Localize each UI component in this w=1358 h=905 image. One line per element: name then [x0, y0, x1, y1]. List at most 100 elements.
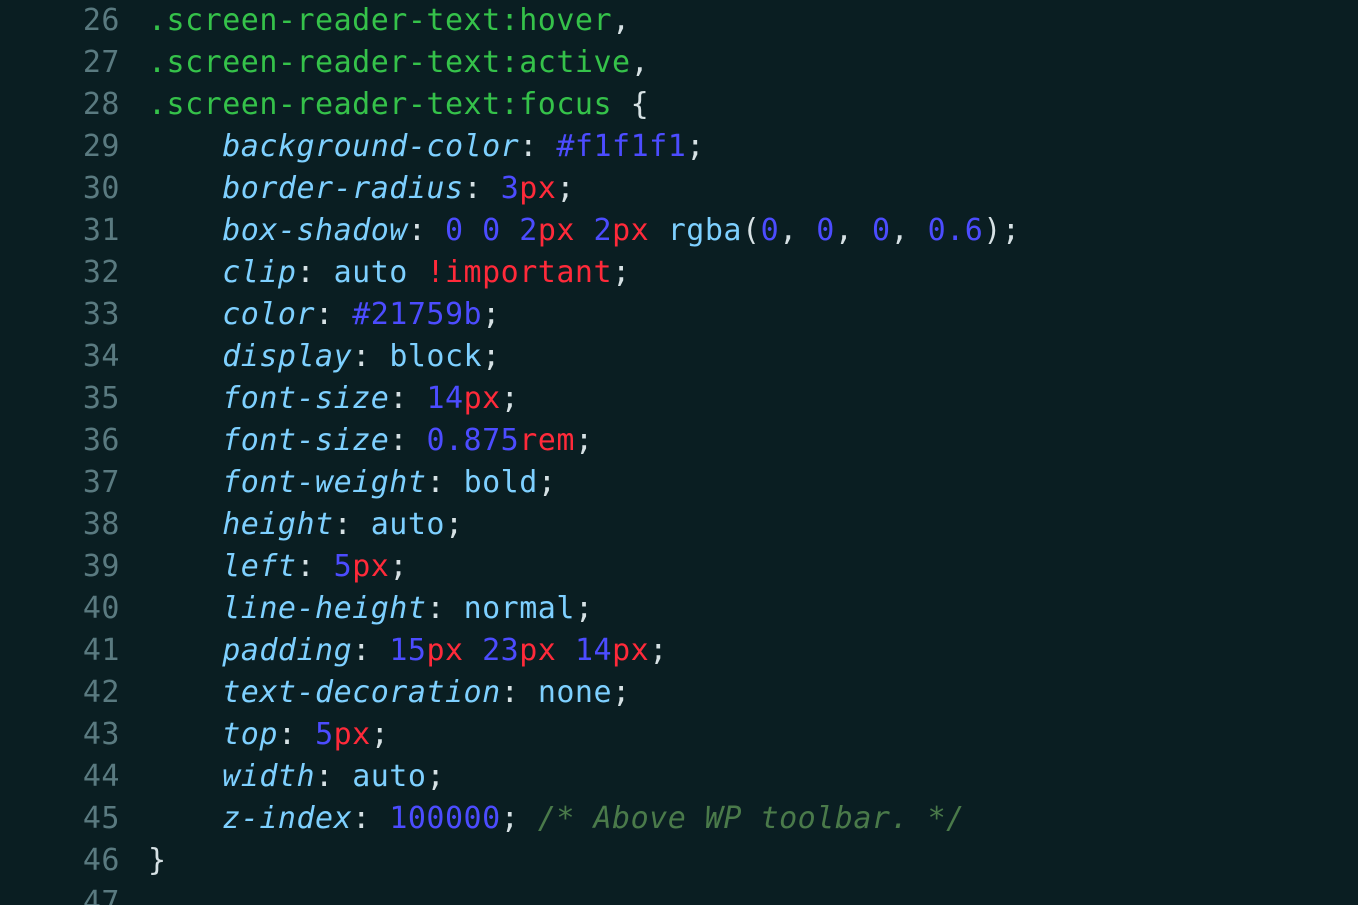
- code-line[interactable]: 28.screen-reader-text:focus {: [0, 84, 1358, 126]
- token-punc: ,: [631, 45, 650, 80]
- code-content[interactable]: box-shadow: 0 0 2px 2px rgba(0, 0, 0, 0.…: [148, 210, 1020, 252]
- token-punc: :: [297, 549, 334, 584]
- code-content[interactable]: .screen-reader-text:active,: [148, 42, 649, 84]
- token-prop: font-weight: [222, 465, 426, 500]
- code-content[interactable]: display: block;: [148, 336, 501, 378]
- token-prop: clip: [222, 255, 296, 290]
- token-punc: ;: [482, 339, 501, 374]
- token-unit: px: [612, 213, 649, 248]
- code-content[interactable]: top: 5px;: [148, 714, 389, 756]
- code-line[interactable]: 41 padding: 15px 23px 14px;: [0, 630, 1358, 672]
- line-number: 37: [0, 462, 148, 504]
- line-number: 41: [0, 630, 148, 672]
- token-punc: :: [315, 759, 352, 794]
- token-prop: display: [222, 339, 352, 374]
- token-num: 2: [519, 213, 538, 248]
- code-content[interactable]: color: #21759b;: [148, 294, 501, 336]
- code-line[interactable]: 34 display: block;: [0, 336, 1358, 378]
- code-line[interactable]: 43 top: 5px;: [0, 714, 1358, 756]
- code-content[interactable]: clip: auto !important;: [148, 252, 631, 294]
- token-prop: text-decoration: [222, 675, 500, 710]
- code-line[interactable]: 44 width: auto;: [0, 756, 1358, 798]
- token-punc: (: [742, 213, 761, 248]
- token-num: 14: [575, 633, 612, 668]
- token-val: bold: [464, 465, 538, 500]
- line-number: 30: [0, 168, 148, 210]
- code-line[interactable]: 40 line-height: normal;: [0, 588, 1358, 630]
- token-val: block: [389, 339, 482, 374]
- line-number: 33: [0, 294, 148, 336]
- code-line[interactable]: 33 color: #21759b;: [0, 294, 1358, 336]
- code-line[interactable]: 37 font-weight: bold;: [0, 462, 1358, 504]
- code-line[interactable]: 47: [0, 882, 1358, 905]
- token-punc: ;: [501, 801, 538, 836]
- token-punc: :: [278, 717, 315, 752]
- code-content[interactable]: padding: 15px 23px 14px;: [148, 630, 668, 672]
- line-number: 35: [0, 378, 148, 420]
- token-num: 0.6: [928, 213, 984, 248]
- code-editor[interactable]: 26.screen-reader-text:hover,27.screen-re…: [0, 0, 1358, 905]
- token-punc: ;: [612, 675, 631, 710]
- token-sel: .screen-reader-text:active: [148, 45, 631, 80]
- line-number: 42: [0, 672, 148, 714]
- token-punc: ;: [575, 423, 594, 458]
- token-num: 0: [482, 213, 501, 248]
- code-content[interactable]: left: 5px;: [148, 546, 408, 588]
- code-content[interactable]: line-height: normal;: [148, 588, 594, 630]
- token-prop: z-index: [222, 801, 352, 836]
- code-content[interactable]: font-weight: bold;: [148, 462, 556, 504]
- code-content[interactable]: .screen-reader-text:hover,: [148, 0, 631, 42]
- token-punc: ;: [575, 591, 594, 626]
- code-line[interactable]: 31 box-shadow: 0 0 2px 2px rgba(0, 0, 0,…: [0, 210, 1358, 252]
- token-punc: ;: [1002, 213, 1021, 248]
- code-line[interactable]: 36 font-size: 0.875rem;: [0, 420, 1358, 462]
- token-punc: ;: [445, 507, 464, 542]
- token-punc: ,: [779, 213, 816, 248]
- code-line[interactable]: 46}: [0, 840, 1358, 882]
- token-unit: px: [426, 633, 463, 668]
- code-content[interactable]: width: auto;: [148, 756, 445, 798]
- code-content[interactable]: font-size: 0.875rem;: [148, 420, 594, 462]
- code-content[interactable]: font-size: 14px;: [148, 378, 519, 420]
- token-func: rgba: [668, 213, 742, 248]
- token-punc: [612, 87, 631, 122]
- code-line[interactable]: 38 height: auto;: [0, 504, 1358, 546]
- token-unit: px: [352, 549, 389, 584]
- code-content[interactable]: height: auto;: [148, 504, 464, 546]
- code-line[interactable]: 42 text-decoration: none;: [0, 672, 1358, 714]
- code-line[interactable]: 27.screen-reader-text:active,: [0, 42, 1358, 84]
- code-line[interactable]: 30 border-radius: 3px;: [0, 168, 1358, 210]
- token-punc: [649, 213, 668, 248]
- code-content[interactable]: .screen-reader-text:focus {: [148, 84, 649, 126]
- line-number: 28: [0, 84, 148, 126]
- code-line[interactable]: 29 background-color: #f1f1f1;: [0, 126, 1358, 168]
- token-num: 0.875: [426, 423, 519, 458]
- token-unit: px: [519, 633, 556, 668]
- token-val: auto: [371, 507, 445, 542]
- code-line[interactable]: 45 z-index: 100000; /* Above WP toolbar.…: [0, 798, 1358, 840]
- token-punc: [556, 633, 575, 668]
- code-line[interactable]: 39 left: 5px;: [0, 546, 1358, 588]
- code-content[interactable]: z-index: 100000; /* Above WP toolbar. */: [148, 798, 965, 840]
- token-prop: font-size: [222, 423, 389, 458]
- code-content[interactable]: }: [148, 840, 167, 882]
- code-content[interactable]: background-color: #f1f1f1;: [148, 126, 705, 168]
- code-content[interactable]: border-radius: 3px;: [148, 168, 575, 210]
- code-content[interactable]: text-decoration: none;: [148, 672, 631, 714]
- token-num: #21759b: [352, 297, 482, 332]
- token-prop: top: [222, 717, 278, 752]
- token-val: auto: [334, 255, 408, 290]
- line-number: 45: [0, 798, 148, 840]
- code-line[interactable]: 35 font-size: 14px;: [0, 378, 1358, 420]
- token-unit: px: [519, 171, 556, 206]
- token-prop: padding: [222, 633, 352, 668]
- token-num: 15: [389, 633, 426, 668]
- token-prop: border-radius: [222, 171, 463, 206]
- token-num: 5: [334, 549, 353, 584]
- token-punc: :: [464, 171, 501, 206]
- code-line[interactable]: 26.screen-reader-text:hover,: [0, 0, 1358, 42]
- token-punc: [408, 255, 427, 290]
- line-number: 38: [0, 504, 148, 546]
- code-line[interactable]: 32 clip: auto !important;: [0, 252, 1358, 294]
- token-prop: color: [222, 297, 315, 332]
